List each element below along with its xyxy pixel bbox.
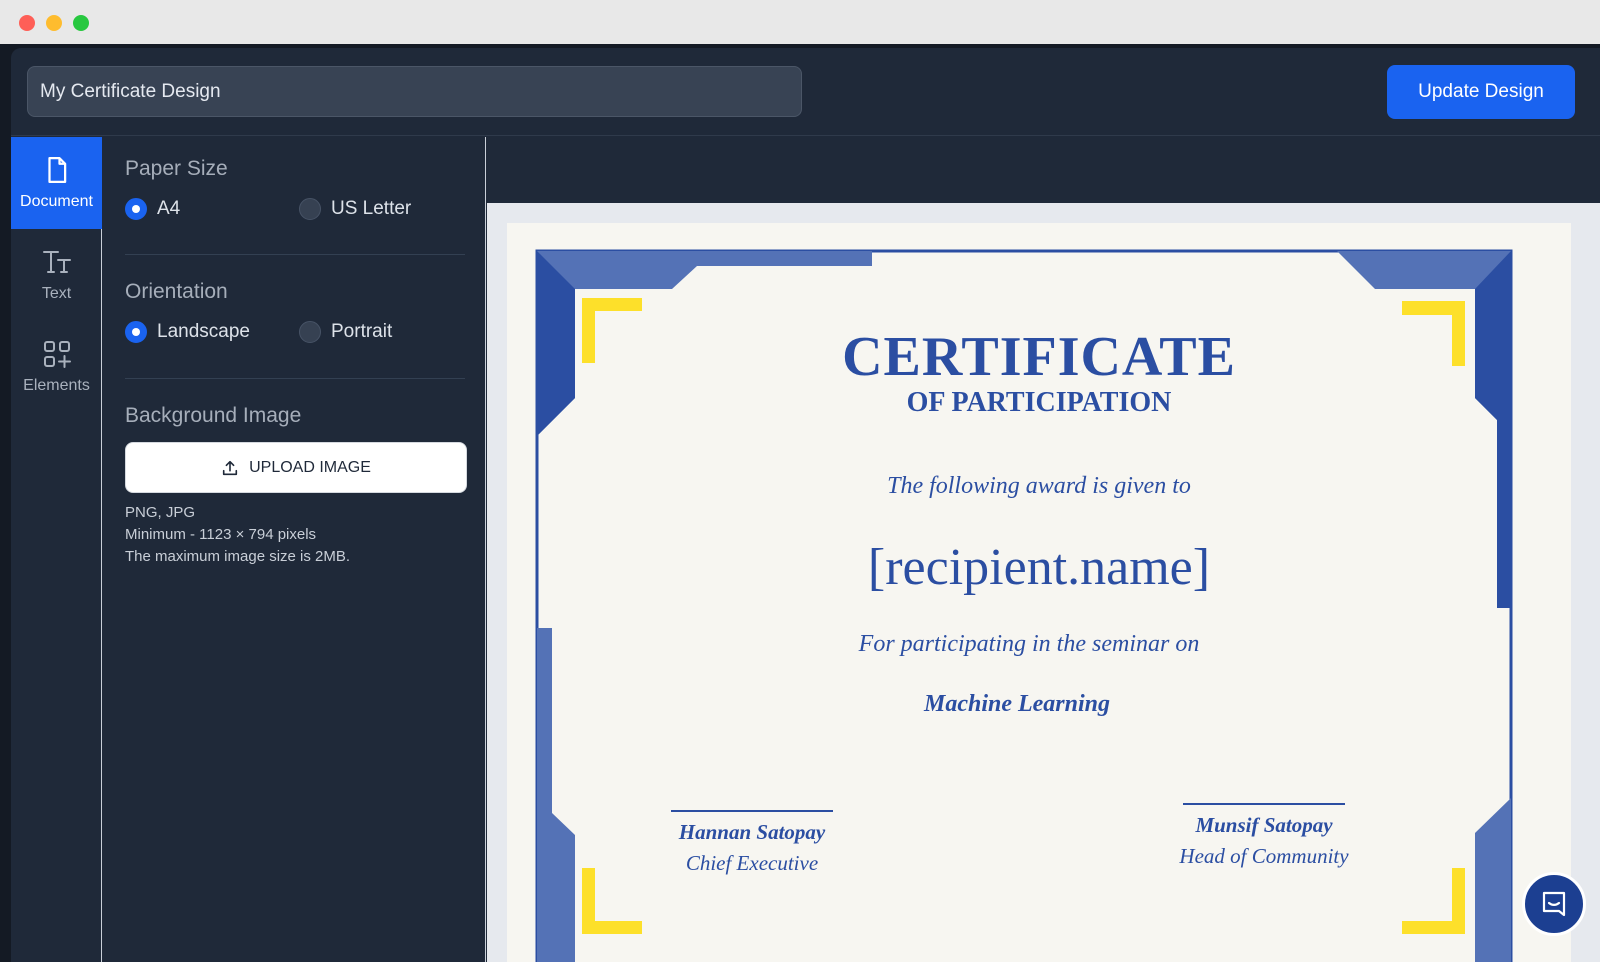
radio-unchecked-icon	[299, 198, 321, 220]
chat-icon	[1542, 891, 1566, 917]
certificate-reason: For participating in the seminar on	[858, 631, 1200, 657]
upload-image-button[interactable]: UPLOAD IMAGE	[125, 442, 467, 493]
upload-hint-max-size: The maximum image size is 2MB.	[125, 548, 351, 565]
orientation-title: Orientation	[125, 280, 228, 303]
window-titlebar	[0, 0, 1600, 44]
radio-checked-icon	[125, 198, 147, 220]
minimize-window-button[interactable]	[46, 15, 62, 31]
update-design-button[interactable]: Update Design	[1387, 65, 1575, 119]
radio-a4[interactable]: A4	[125, 198, 299, 220]
orientation-options: Landscape Portrait	[125, 321, 392, 343]
signature-line	[1183, 803, 1345, 805]
document-icon	[47, 157, 66, 183]
rail-item-document[interactable]: Document	[11, 137, 102, 229]
rail-item-label: Elements	[23, 377, 90, 394]
radio-landscape[interactable]: Landscape	[125, 321, 299, 343]
radio-label: Portrait	[331, 321, 393, 342]
upload-hint-minimum: Minimum - 1123 × 794 pixels	[125, 526, 317, 543]
signature-block-right: Munsif Satopay Head of Community	[1169, 803, 1359, 869]
rail-item-label: Text	[41, 285, 72, 302]
upload-image-label: UPLOAD IMAGE	[249, 458, 371, 476]
radio-checked-icon	[125, 321, 147, 343]
radio-label: Landscape	[157, 321, 250, 342]
design-canvas-area: CERTIFICATE OF PARTICIPATION The followi…	[487, 137, 1600, 962]
certificate-title: CERTIFICATE	[842, 326, 1236, 388]
certificate-recipient: [recipient.name]	[867, 539, 1211, 596]
text-size-icon	[42, 251, 71, 273]
close-window-button[interactable]	[19, 15, 35, 31]
window: Update Design Document Text Elements Pap…	[0, 44, 1600, 962]
signatory-name: Hannan Satopay	[678, 820, 826, 844]
divider	[125, 378, 465, 379]
certificate-topic: Machine Learning	[923, 691, 1111, 717]
signatory-name: Munsif Satopay	[1195, 813, 1333, 837]
rail-item-label: Document	[20, 193, 93, 210]
radio-portrait[interactable]: Portrait	[299, 321, 392, 343]
upload-hint-format: PNG, JPG	[125, 504, 196, 521]
certificate-editor: Update Design Document Text Elements Pap…	[11, 48, 1600, 962]
rail-item-elements[interactable]: Elements	[11, 321, 102, 413]
rail-item-text[interactable]: Text	[11, 229, 102, 321]
background-image-title: Background Image	[125, 404, 302, 427]
paper-size-title: Paper Size	[125, 157, 228, 180]
signatory-role: Chief Executive	[685, 851, 819, 875]
maximize-window-button[interactable]	[73, 15, 89, 31]
document-settings-panel: Paper Size A4 US Letter Orientation Land…	[103, 137, 486, 962]
certificate-given-to: The following award is given to	[887, 473, 1191, 499]
certificate-subtitle: OF PARTICIPATION	[906, 387, 1172, 418]
paper-size-options: A4 US Letter	[125, 198, 411, 220]
design-name-input[interactable]	[27, 66, 802, 117]
divider	[125, 254, 465, 255]
signature-line	[671, 810, 833, 812]
certificate-preview[interactable]: CERTIFICATE OF PARTICIPATION The followi…	[507, 223, 1571, 962]
elements-grid-icon	[43, 341, 71, 368]
radio-label: US Letter	[331, 198, 412, 219]
signature-block-left: Hannan Satopay Chief Executive	[657, 810, 847, 876]
upload-icon	[222, 460, 238, 475]
signatory-role: Head of Community	[1179, 844, 1349, 868]
radio-us-letter[interactable]: US Letter	[299, 198, 411, 220]
top-bar: Update Design	[11, 48, 1600, 136]
tool-rail: Document Text Elements	[11, 137, 102, 962]
chat-support-button[interactable]	[1522, 872, 1586, 936]
radio-label: A4	[157, 198, 181, 219]
radio-unchecked-icon	[299, 321, 321, 343]
